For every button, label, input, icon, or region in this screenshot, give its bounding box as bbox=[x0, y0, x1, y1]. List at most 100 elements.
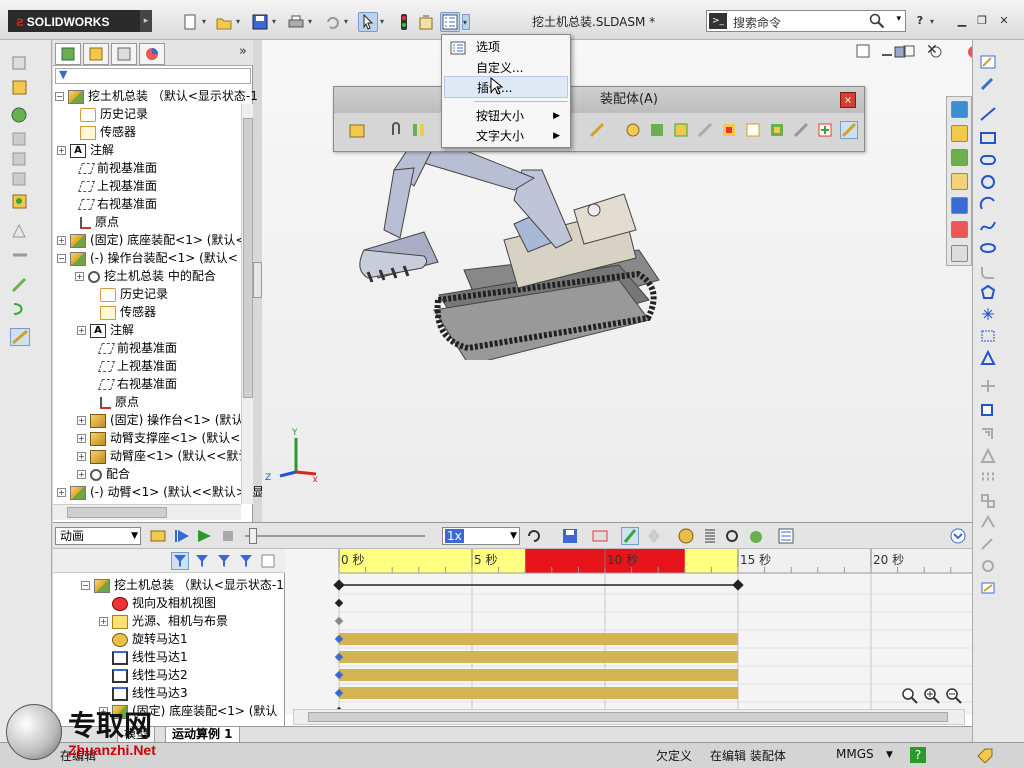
sort-by-name-icon[interactable] bbox=[259, 552, 277, 570]
move-component-icon[interactable] bbox=[10, 150, 30, 168]
expand-icon[interactable]: + bbox=[77, 452, 86, 461]
expand-panel-icon[interactable]: » bbox=[239, 44, 247, 59]
point-icon[interactable] bbox=[979, 306, 997, 322]
fillet-icon[interactable] bbox=[979, 264, 997, 280]
new-motion-study-icon[interactable] bbox=[744, 121, 762, 139]
filter-results-icon[interactable] bbox=[237, 552, 255, 570]
chevron-down-icon[interactable]: ▾ bbox=[930, 14, 938, 30]
spline-icon[interactable] bbox=[979, 218, 997, 234]
chevron-down-icon[interactable]: ▾ bbox=[272, 14, 280, 30]
save-icon[interactable] bbox=[250, 12, 270, 32]
insert-components-icon[interactable] bbox=[348, 121, 366, 139]
tree-item[interactable]: + 配合 bbox=[77, 465, 130, 483]
timeline-graphics[interactable]: 0 秒 5 秒 10 秒 15 秒 20 秒 bbox=[285, 549, 972, 715]
instant3d-icon[interactable] bbox=[840, 121, 858, 139]
chevron-up-icon[interactable]: ▼ bbox=[886, 750, 893, 760]
appearance-manager-tab[interactable] bbox=[139, 43, 165, 65]
offset-entities-icon[interactable] bbox=[979, 426, 997, 442]
new-motion-study-icon[interactable] bbox=[10, 246, 30, 264]
smart-dimension-icon[interactable] bbox=[979, 76, 997, 92]
tree-item[interactable]: 传感器 bbox=[67, 123, 136, 141]
repair-sketch-icon[interactable] bbox=[979, 536, 997, 552]
motor-icon[interactable] bbox=[677, 527, 695, 545]
chevron-down-icon[interactable]: ▾ bbox=[896, 14, 901, 24]
tree-item[interactable]: 右视基准面 bbox=[67, 195, 157, 213]
stop-icon[interactable] bbox=[219, 527, 237, 545]
solidworks-resources-icon[interactable] bbox=[951, 101, 968, 118]
rapid-sketch-icon[interactable] bbox=[979, 580, 997, 596]
calculate-icon[interactable] bbox=[149, 527, 167, 545]
search-commands-input[interactable]: >_ 搜索命令 ▾ bbox=[706, 10, 906, 32]
propertymanager-tab[interactable] bbox=[83, 43, 109, 65]
instant3d-icon[interactable] bbox=[10, 328, 30, 346]
tree-item[interactable]: 原点 bbox=[87, 393, 139, 411]
file-explorer-icon[interactable] bbox=[951, 173, 968, 190]
results-and-plots-icon[interactable] bbox=[777, 527, 795, 545]
collapse-icon[interactable]: − bbox=[55, 92, 64, 101]
expand-icon[interactable]: + bbox=[57, 146, 66, 155]
tree-item[interactable]: + A 注解 bbox=[77, 321, 134, 339]
playback-mode-icon[interactable] bbox=[525, 527, 543, 545]
add-update-key-icon[interactable] bbox=[645, 527, 663, 545]
timeline-horizontal-scrollbar[interactable] bbox=[293, 709, 965, 725]
contact-icon[interactable] bbox=[723, 527, 741, 545]
circle-icon[interactable] bbox=[979, 174, 997, 190]
tree-item[interactable]: 前视基准面 bbox=[67, 159, 157, 177]
motion-tree-item[interactable]: − 挖土机总装 （默认<显示状态-1> bbox=[81, 576, 294, 594]
minimize-viewport-icon[interactable] bbox=[880, 44, 894, 61]
smart-fasteners-icon[interactable] bbox=[10, 130, 30, 148]
expand-icon[interactable]: + bbox=[75, 272, 84, 281]
expand-icon[interactable]: + bbox=[57, 236, 66, 245]
linear-pattern-icon[interactable] bbox=[410, 121, 428, 139]
collapse-icon[interactable]: − bbox=[81, 581, 90, 590]
expand-icon[interactable]: + bbox=[77, 416, 86, 425]
show-hidden-icon[interactable] bbox=[10, 170, 30, 188]
reference-geometry-icon[interactable] bbox=[10, 222, 30, 240]
panel-splitter[interactable] bbox=[253, 262, 262, 298]
tree-item[interactable]: − (-) 操作台装配<1> (默认< bbox=[57, 249, 238, 267]
print-icon[interactable] bbox=[286, 12, 306, 32]
close-window-icon[interactable]: ✕ bbox=[996, 14, 1012, 28]
help-icon[interactable]: ? bbox=[912, 14, 928, 28]
expand-icon[interactable]: + bbox=[77, 434, 86, 443]
excavator-model[interactable] bbox=[354, 140, 664, 360]
motion-tree-item[interactable]: 视向及相机视图 bbox=[99, 594, 216, 612]
play-from-start-icon[interactable] bbox=[173, 527, 191, 545]
unit-system[interactable]: MMGS bbox=[836, 747, 874, 761]
minimize-icon[interactable]: ▁ bbox=[954, 14, 970, 28]
tree-item[interactable]: + 挖土机总装 中的配合 bbox=[75, 267, 216, 285]
mate-paperclip-icon[interactable] bbox=[388, 121, 406, 139]
expand-icon[interactable]: + bbox=[77, 470, 86, 479]
quick-snaps-icon[interactable] bbox=[979, 558, 997, 574]
options-dropdown-arrow[interactable]: ▾ bbox=[462, 14, 470, 30]
move-component-icon[interactable] bbox=[624, 121, 642, 139]
assembly-features-icon[interactable] bbox=[696, 121, 714, 139]
tree-item[interactable]: 右视基准面 bbox=[87, 375, 177, 393]
assembly-features-icon[interactable] bbox=[10, 192, 30, 210]
expand-icon[interactable]: + bbox=[99, 617, 108, 626]
open-folder-icon[interactable] bbox=[214, 12, 234, 32]
tree-item[interactable]: + 动臂座<1> (默认<<默认 bbox=[77, 447, 250, 465]
chevron-down-icon[interactable]: ▾ bbox=[308, 14, 316, 30]
smart-fasteners-icon[interactable] bbox=[588, 121, 606, 139]
floating-toolbar-title[interactable]: 装配体(A) bbox=[334, 87, 864, 113]
tree-item[interactable]: 前视基准面 bbox=[87, 339, 177, 357]
convert-entities-icon[interactable] bbox=[979, 402, 997, 418]
menu-item-addins[interactable]: 插件... bbox=[444, 76, 568, 98]
file-properties-icon[interactable] bbox=[416, 12, 436, 32]
collapse-icon[interactable]: − bbox=[57, 254, 66, 263]
filter-driving-icon[interactable] bbox=[193, 552, 211, 570]
tag-icon[interactable] bbox=[976, 747, 994, 766]
undo-icon[interactable] bbox=[322, 12, 342, 32]
text-icon[interactable] bbox=[979, 349, 997, 366]
zoom-in-icon[interactable] bbox=[923, 687, 941, 708]
bill-of-materials-icon[interactable] bbox=[768, 121, 786, 139]
tree-item[interactable]: 上视基准面 bbox=[67, 177, 157, 195]
tree-item[interactable]: 历史记录 bbox=[87, 285, 168, 303]
insert-component-icon[interactable] bbox=[10, 54, 30, 72]
chevron-down-icon[interactable]: ▾ bbox=[344, 14, 352, 30]
mirror-entities-icon[interactable] bbox=[979, 447, 997, 464]
save-animation-icon[interactable] bbox=[561, 527, 579, 545]
show-hidden-components-icon[interactable] bbox=[672, 121, 690, 139]
tree-filter[interactable]: ▼ bbox=[55, 68, 251, 84]
